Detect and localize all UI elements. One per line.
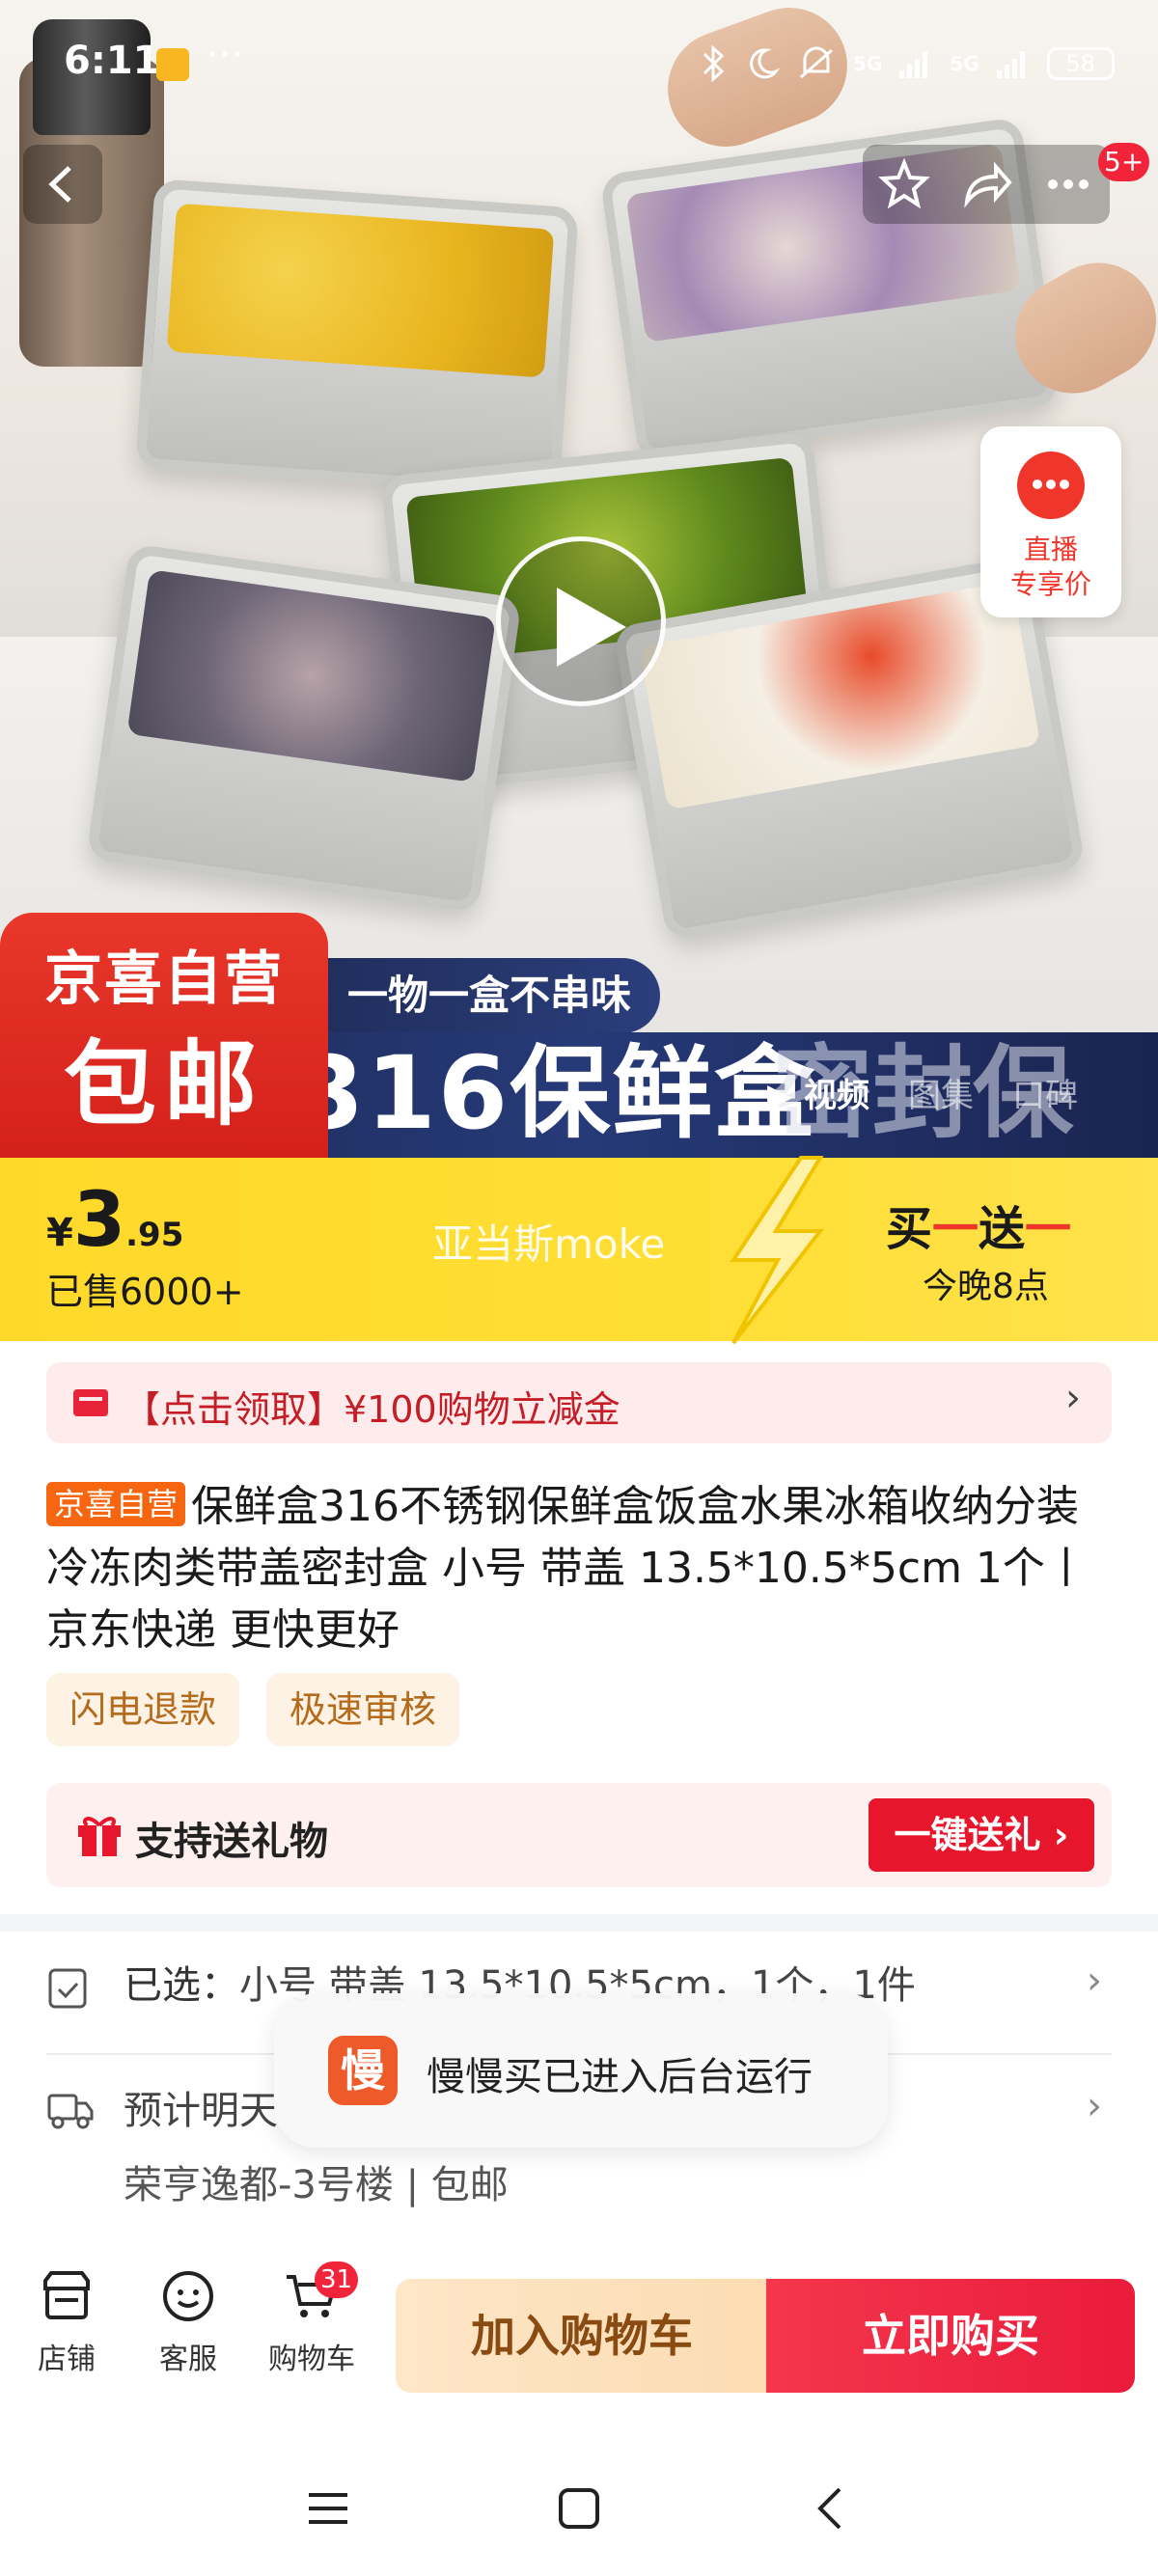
star-icon[interactable]: [877, 157, 931, 211]
send-gift-button[interactable]: 一键送礼 ›: [868, 1798, 1094, 1872]
add-to-cart-button[interactable]: 加入购物车: [396, 2279, 768, 2393]
price-integer: 3: [72, 1177, 126, 1264]
cart-label: 购物车: [268, 2343, 355, 2376]
gift-banner: 支持送礼物 一键送礼 ›: [46, 1783, 1112, 1887]
signal-2-label: 5G: [950, 52, 979, 75]
status-indicators: 5G 5G 58: [699, 44, 1115, 83]
home-icon[interactable]: [558, 2487, 600, 2530]
promo-one-b: 一: [1025, 1202, 1072, 1256]
customer-service-button[interactable]: 客服: [135, 2267, 241, 2377]
hero-box-shrimp: [86, 543, 522, 914]
chevron-right-icon: ›: [1087, 2084, 1102, 2128]
price-decimal: .95: [125, 1216, 184, 1254]
store-watermark: 亚当斯moke: [432, 1220, 666, 1268]
tag-flash-refund: 闪电退款: [46, 1673, 240, 1746]
service-tags: 闪电退款 极速审核: [46, 1673, 460, 1746]
promo-one-a: 一: [932, 1202, 979, 1256]
jingxi-badge-bottom: 包邮: [64, 1030, 264, 1138]
notification-icon: [156, 48, 189, 81]
media-tab-video[interactable]: ▶ 视频: [767, 1069, 869, 1116]
live-price-card[interactable]: 直播 专享价: [980, 426, 1121, 617]
promo-give: 送: [979, 1202, 1026, 1256]
delivery-address: 荣亨逸都-3号楼 | 包邮: [124, 2163, 509, 2207]
media-tab-reviews[interactable]: 口碑: [1012, 1069, 1078, 1116]
gift-text: 支持送礼物: [135, 1820, 328, 1864]
chevron-right-icon: ›: [1065, 1376, 1081, 1420]
back-button[interactable]: [23, 145, 102, 224]
hero-box-corn: [135, 178, 579, 497]
hero-slogan: 一物一盒不串味: [290, 958, 661, 1033]
store-label: 店铺: [38, 2343, 96, 2376]
sold-count: 已售6000+: [46, 1271, 244, 1313]
mute-icon: [800, 46, 833, 79]
bottom-action-bar: 店铺 客服 31 购物车 加入购物车 立即购买: [0, 2261, 1158, 2412]
status-time: 6:11: [64, 39, 160, 83]
truck-icon: [47, 2094, 94, 2129]
tag-fast-review: 极速审核: [266, 1673, 460, 1746]
background-toast: 慢 慢慢买已进入后台运行: [274, 1993, 888, 2148]
message-badge: 5+: [1098, 143, 1150, 181]
store-icon: [43, 2271, 90, 2319]
moon-icon: [750, 48, 780, 79]
lightning-icon: [730, 1156, 825, 1345]
cart-button[interactable]: 31 购物车: [259, 2261, 365, 2377]
title-badge: 京喜自营: [46, 1482, 186, 1526]
hero-banner-text-left: 316保鲜盒: [294, 1034, 817, 1152]
promo-time: 今晚8点: [923, 1267, 1049, 1306]
signal-1-label: 5G: [853, 52, 883, 75]
battery-icon: 58: [1046, 47, 1115, 80]
promo-title: 买一送一: [886, 1191, 1071, 1258]
coupon-card-icon: [73, 1389, 108, 1416]
store-button[interactable]: 店铺: [14, 2267, 120, 2377]
status-more-dots: ···: [207, 33, 244, 77]
play-icon: [557, 588, 626, 667]
live-card-label-line2: 专享价: [1009, 568, 1091, 600]
share-icon[interactable]: [959, 157, 1013, 211]
status-bar: 6:11 ··· 5G 5G 58: [0, 33, 1158, 93]
system-back-icon[interactable]: [813, 2485, 847, 2532]
coupon-text: 【点击领取】¥100购物立减金: [124, 1388, 620, 1431]
system-navigation-bar: [0, 2441, 1158, 2576]
play-video-button[interactable]: [496, 536, 666, 706]
clipboard-check-icon: [48, 1968, 87, 2009]
live-icon: [1017, 452, 1085, 519]
menu-icon[interactable]: [307, 2489, 349, 2528]
chevron-right-icon: ›: [1087, 1959, 1102, 2003]
back-arrow-icon: [48, 166, 71, 203]
signal-2-icon: [996, 51, 1025, 78]
product-price: ¥3.95: [46, 1177, 183, 1264]
price-currency: ¥: [46, 1211, 73, 1255]
top-action-group: [863, 145, 1110, 224]
media-tab-gallery[interactable]: 图集: [908, 1069, 974, 1116]
media-tabs: ▶ 视频 图集 口碑: [767, 1069, 1078, 1116]
delivery-text: 预计明天: [124, 2089, 278, 2133]
section-divider: [0, 1914, 1158, 1932]
jingxi-badge-top: 京喜自营: [44, 945, 284, 1013]
buy-now-button[interactable]: 立即购买: [766, 2279, 1135, 2393]
more-icon[interactable]: [1041, 157, 1095, 211]
bluetooth-icon: [703, 44, 725, 83]
smiley-icon: [163, 2271, 213, 2321]
product-title: 京喜自营 保鲜盒316不锈钢保鲜盒饭盒水果冰箱收纳分装冷冻肉类带盖密封盒 小号 带…: [46, 1476, 1117, 1661]
live-card-label-line1: 直播: [1023, 534, 1078, 565]
manmanmai-app-icon: 慢: [328, 2036, 398, 2105]
live-card-label: 直播 专享价: [980, 533, 1121, 602]
customer-service-label: 客服: [159, 2343, 217, 2376]
gift-icon: [78, 1817, 121, 1856]
promo-buy: 买: [886, 1202, 933, 1256]
coupon-banner[interactable]: 【点击领取】¥100购物立减金 ›: [46, 1362, 1112, 1443]
selected-label: 已选：: [124, 1963, 239, 2008]
cart-count-badge: 31: [315, 2261, 359, 2298]
signal-1-icon: [899, 51, 928, 78]
product-title-text: 保鲜盒316不锈钢保鲜盒饭盒水果冰箱收纳分装冷冻肉类带盖密封盒 小号 带盖 13…: [46, 1482, 1088, 1655]
jingxi-badge: 京喜自营 包邮: [0, 913, 328, 1158]
toast-text: 慢慢买已进入后台运行: [427, 2055, 813, 2099]
